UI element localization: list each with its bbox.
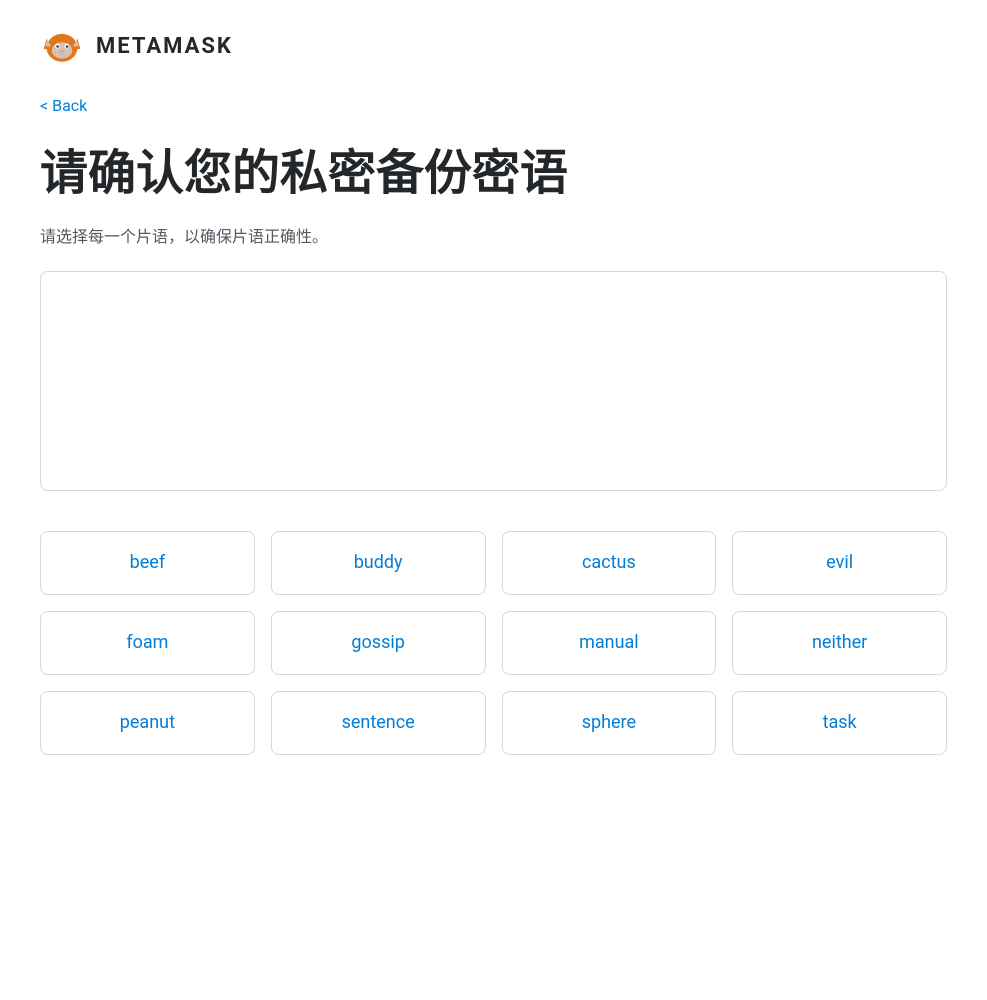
word-chip-foam[interactable]: foam (40, 611, 255, 675)
word-chip-cactus[interactable]: cactus (502, 531, 717, 595)
word-chip-manual[interactable]: manual (502, 611, 717, 675)
word-grid: beef buddy cactus evil foam gossip manua… (40, 531, 947, 755)
logo-text: METAMASK (96, 34, 233, 59)
word-chip-gossip[interactable]: gossip (271, 611, 486, 675)
back-button[interactable]: < Back (0, 88, 127, 135)
page-subtitle: 请选择每一个片语，以确保片语正确性。 (40, 223, 947, 247)
main-content: 请确认您的私密备份密语 请选择每一个片语，以确保片语正确性。 beef budd… (0, 135, 987, 795)
header: METAMASK (0, 0, 987, 88)
word-chip-sentence[interactable]: sentence (271, 691, 486, 755)
word-chip-sphere[interactable]: sphere (502, 691, 717, 755)
page-title: 请确认您的私密备份密语 (40, 145, 947, 203)
word-chip-buddy[interactable]: buddy (271, 531, 486, 595)
word-chip-beef[interactable]: beef (40, 531, 255, 595)
word-chip-neither[interactable]: neither (732, 611, 947, 675)
phrase-confirmation-box (40, 271, 947, 491)
metamask-logo-icon (40, 24, 84, 68)
word-chip-evil[interactable]: evil (732, 531, 947, 595)
word-chip-peanut[interactable]: peanut (40, 691, 255, 755)
word-chip-task[interactable]: task (732, 691, 947, 755)
